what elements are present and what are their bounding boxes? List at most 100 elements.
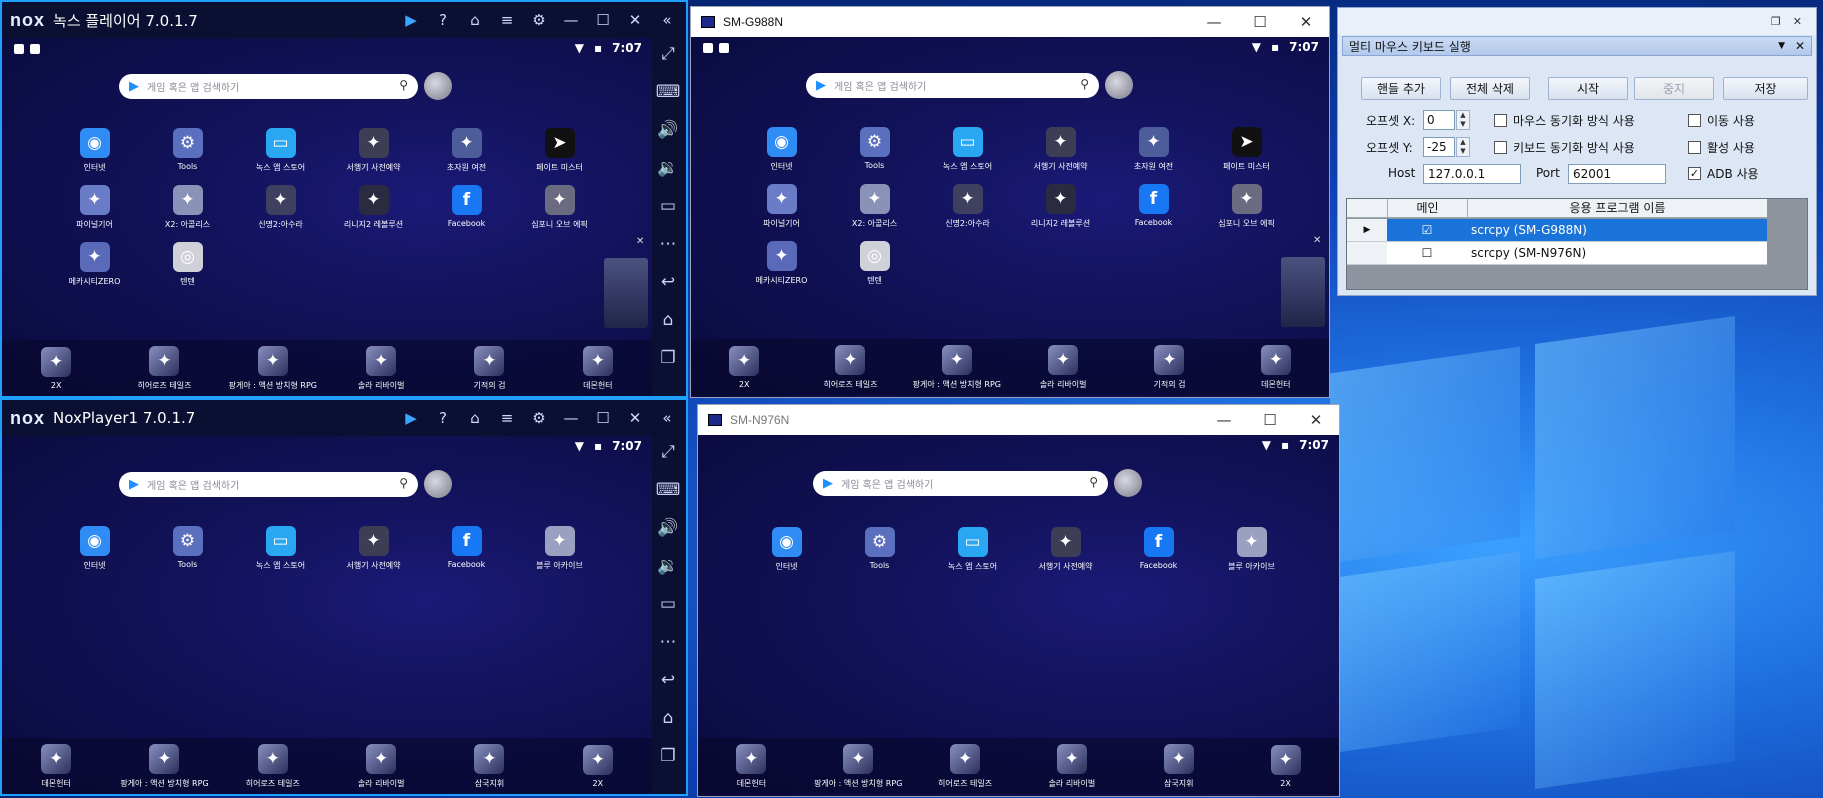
collapse-icon[interactable]: « xyxy=(652,11,682,29)
app-icon[interactable]: ◎ 텐텐 xyxy=(141,242,234,287)
maximize-icon[interactable]: ☐ xyxy=(1237,7,1283,37)
dock-app[interactable]: ✦ 팡게아 : 액션 방치형 RPG xyxy=(219,345,327,391)
app-icon[interactable]: ◉ 인터넷 xyxy=(48,526,141,571)
volume-down-icon[interactable]: 🔉 xyxy=(657,556,678,576)
app-table[interactable]: 메인 응용 프로그램 이름 ▶ ☑ scrcpy (SM-G988N) ☐ sc… xyxy=(1346,198,1808,290)
back-icon[interactable]: ↩ xyxy=(661,272,675,292)
app-icon[interactable]: ▭ 녹스 앱 스토어 xyxy=(234,128,327,173)
app-icon[interactable]: ⚙ Tools xyxy=(141,128,234,173)
mouse-sync-checkbox[interactable]: 마우스 동기화 방식 사용 xyxy=(1494,112,1635,129)
shirt-icon[interactable]: ⌂ xyxy=(460,409,490,427)
maximize-icon[interactable]: ☐ xyxy=(1247,405,1293,435)
dropdown-icon[interactable]: ▼ xyxy=(1778,41,1785,51)
app-icon[interactable]: ✦ 리니지2 레볼루션 xyxy=(1014,184,1107,229)
search-icon[interactable]: ⚲ xyxy=(1089,475,1098,489)
search-icon[interactable]: ⚲ xyxy=(1080,77,1089,91)
multi-mouse-keyboard-window[interactable]: ❐ ✕ 멀티 마우스 키보드 실행 ▼ ✕ 핸들 추가 전체 삭제 시작 중지 … xyxy=(1337,7,1817,296)
app-icon[interactable]: ✦ 리니지2 레볼루션 xyxy=(327,185,420,230)
move-use-checkbox[interactable]: 이동 사용 xyxy=(1688,112,1755,129)
android-screen[interactable]: ▼ ▪ 7:07 ▶ 게임 혹은 앱 검색하기 ⚲ ◉ 인터넷 ⚙ Tools ▭ 녹스 앱 스토어 ✦… xyxy=(698,435,1339,796)
keyboard-icon[interactable]: ⌨ xyxy=(656,82,681,102)
search-bar[interactable]: ▶ 게임 혹은 앱 검색하기 ⚲ xyxy=(119,472,418,497)
delete-all-button[interactable]: 전체 삭제 xyxy=(1450,77,1530,100)
close-icon[interactable]: ✕ xyxy=(1293,405,1339,435)
promo-banner[interactable] xyxy=(604,258,648,328)
app-icon[interactable]: ▭ 녹스 앱 스토어 xyxy=(926,527,1019,572)
table-row-name[interactable]: scrcpy (SM-G988N) xyxy=(1467,219,1767,242)
dock-app[interactable]: ✦ 삼국지휘 xyxy=(435,743,543,789)
menu-icon[interactable]: ≡ xyxy=(492,409,522,427)
search-icon[interactable]: ⚲ xyxy=(399,78,408,92)
panel-title-bar[interactable]: 멀티 마우스 키보드 실행 ▼ ✕ xyxy=(1342,36,1812,56)
app-icon[interactable]: ✦ 메카시티ZERO xyxy=(735,241,828,286)
app-icon[interactable]: ✦ X2: 아콜리스 xyxy=(141,185,234,230)
gear-icon[interactable]: ⚙ xyxy=(524,11,554,29)
keyboard-icon[interactable]: ⌨ xyxy=(656,480,681,500)
nox-window-top[interactable]: nox 녹스 플레이어 7.0.1.7 ▶ ? ⌂ ≡ ⚙ — ☐ ✕ « ⤢ … xyxy=(0,0,688,398)
add-handle-button[interactable]: 핸들 추가 xyxy=(1361,77,1441,100)
app-icon[interactable]: ✦ 서행기 사전예약 xyxy=(1019,527,1112,572)
dock-app[interactable]: ✦ 2X xyxy=(691,345,797,389)
app-icon[interactable]: ✦ 초자원 여전 xyxy=(420,128,513,173)
home-icon[interactable]: ⌂ xyxy=(663,708,674,728)
app-icon[interactable]: ➤ 페이트 미스터 xyxy=(513,128,606,173)
shirt-icon[interactable]: ⌂ xyxy=(460,11,490,29)
offset-y-spinner[interactable]: ▲ ▼ xyxy=(1456,137,1470,157)
app-icon[interactable]: ⚙ Tools xyxy=(141,526,234,571)
dock-app[interactable]: ✦ 솔라 리바이벌 xyxy=(1019,743,1126,789)
volume-up-icon[interactable]: 🔊 xyxy=(657,120,678,140)
close-icon[interactable]: ✕ xyxy=(1313,235,1321,246)
dock-app[interactable]: ✦ 데몬헌터 xyxy=(544,345,652,391)
dock-app[interactable]: ✦ 2X xyxy=(544,744,652,788)
nox-window-bottom[interactable]: nox NoxPlayer1 7.0.1.7 ▶ ? ⌂ ≡ ⚙ — ☐ ✕ «… xyxy=(0,398,688,796)
offset-y-input[interactable]: -25 xyxy=(1423,137,1455,157)
promo-banner[interactable] xyxy=(1281,257,1325,327)
main-checkbox[interactable]: ☑ xyxy=(1387,219,1467,242)
robot-avatar-icon[interactable] xyxy=(1105,71,1133,99)
app-icon[interactable]: f Facebook xyxy=(1112,527,1205,572)
close-icon[interactable]: ✕ xyxy=(1793,15,1802,28)
android-screen[interactable]: ▼ ▪ 7:07 ▶ 게임 혹은 앱 검색하기 ⚲ ◉ 인터넷 ⚙ Tools ▭ 녹스 앱 스토어 ✦… xyxy=(691,37,1329,397)
close-icon[interactable]: ✕ xyxy=(620,409,650,427)
app-icon[interactable]: ⚙ Tools xyxy=(828,127,921,172)
minimize-icon[interactable]: — xyxy=(556,11,586,29)
main-checkbox[interactable]: ☐ xyxy=(1387,242,1467,265)
app-icon[interactable]: ✦ 서행기 사전예약 xyxy=(327,128,420,173)
restore-icon[interactable]: ❐ xyxy=(1771,15,1781,28)
screen-icon[interactable]: ▭ xyxy=(660,594,676,614)
robot-avatar-icon[interactable] xyxy=(1114,469,1142,497)
app-icon[interactable]: ➤ 페이트 미스터 xyxy=(1200,127,1293,172)
dock-app[interactable]: ✦ 팡게아 : 액션 방치형 RPG xyxy=(110,743,218,789)
help-icon[interactable]: ? xyxy=(428,11,458,29)
app-icon[interactable]: ▭ 녹스 앱 스토어 xyxy=(234,526,327,571)
play-icon[interactable]: ▶ xyxy=(396,11,426,29)
search-icon[interactable]: ⚲ xyxy=(399,476,408,490)
android-screen[interactable]: ▼ ▪ 7:07 ▶ 게임 혹은 앱 검색하기 ⚲ ◉ 인터넷 ⚙ Tools ▭ 녹스 앱 스토어 ✦… xyxy=(2,38,652,396)
app-icon[interactable]: f Facebook xyxy=(420,185,513,230)
maximize-icon[interactable]: ☐ xyxy=(588,11,618,29)
collapse-icon[interactable]: « xyxy=(652,409,682,427)
dock-app[interactable]: ✦ 솔라 리바이벌 xyxy=(327,345,435,391)
recent-apps-icon[interactable]: ❐ xyxy=(660,348,675,368)
keyboard-sync-checkbox[interactable]: 키보드 동기화 방식 사용 xyxy=(1494,139,1635,156)
dock-app[interactable]: ✦ 삼국지휘 xyxy=(1125,743,1232,789)
host-input[interactable]: 127.0.0.1 xyxy=(1423,164,1521,184)
app-icon[interactable]: ✦ 블루 아카이브 xyxy=(513,526,606,571)
adb-use-checkbox[interactable]: ✓ ADB 사용 xyxy=(1688,165,1759,182)
recent-apps-icon[interactable]: ❐ xyxy=(660,746,675,766)
app-icon[interactable]: ✦ 파이널기어 xyxy=(735,184,828,229)
app-icon[interactable]: ✦ 신명2:아수라 xyxy=(921,184,1014,229)
dock-app[interactable]: ✦ 데몬헌터 xyxy=(2,743,110,789)
app-icon[interactable]: ✦ 서행기 사전예약 xyxy=(1014,127,1107,172)
search-bar[interactable]: ▶ 게임 혹은 앱 검색하기 ⚲ xyxy=(813,471,1108,496)
dock-app[interactable]: ✦ 2X xyxy=(1232,744,1339,788)
dock-app[interactable]: ✦ 데몬헌터 xyxy=(698,743,805,789)
dock-app[interactable]: ✦ 기적의 검 xyxy=(435,345,543,391)
dock-app[interactable]: ✦ 팡게아 : 액션 방치형 RPG xyxy=(805,743,912,789)
minimize-icon[interactable]: — xyxy=(556,409,586,427)
fullscreen-icon[interactable]: ⤢ xyxy=(661,442,675,462)
app-icon[interactable]: ✦ 심포니 오브 에픽 xyxy=(513,185,606,230)
app-icon[interactable]: ▭ 녹스 앱 스토어 xyxy=(921,127,1014,172)
robot-avatar-icon[interactable] xyxy=(424,470,452,498)
dock-app[interactable]: ✦ 히어로즈 테일즈 xyxy=(797,344,903,390)
